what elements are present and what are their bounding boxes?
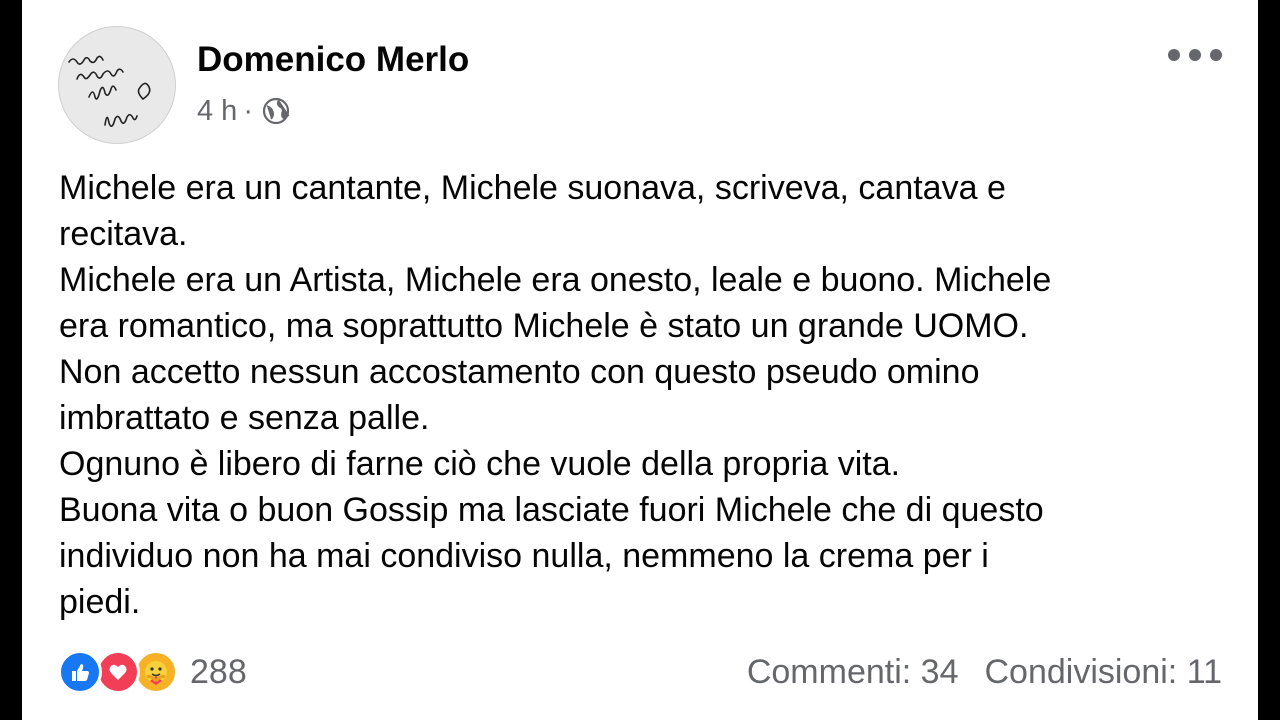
more-options-button[interactable] bbox=[1168, 40, 1222, 70]
more-dot-icon bbox=[1168, 49, 1180, 61]
reaction-icons bbox=[58, 650, 178, 694]
care-icon bbox=[134, 650, 178, 694]
meta-separator: · bbox=[243, 94, 253, 127]
post-card: Domenico Merlo 4 h · Michele era un cant… bbox=[22, 0, 1258, 720]
post-text: Michele era un cantante, Michele suonava… bbox=[59, 165, 1234, 625]
reaction-count: 288 bbox=[190, 652, 247, 691]
post-text-line: recitava. bbox=[59, 215, 188, 253]
post-timestamp[interactable]: 4 h bbox=[197, 95, 237, 128]
love-icon bbox=[96, 650, 140, 694]
post-text-line: piedi. bbox=[59, 583, 141, 621]
post-text-line: individuo non ha mai condiviso nulla, ne… bbox=[59, 537, 989, 575]
post-text-line: era romantico, ma soprattutto Michele è … bbox=[59, 307, 1029, 345]
post-text-line: Ognuno è libero di farne ciò che vuole d… bbox=[59, 445, 901, 483]
post-text-line: Non accetto nessun accostamento con ques… bbox=[59, 353, 980, 391]
more-dot-icon bbox=[1189, 49, 1201, 61]
author-name[interactable]: Domenico Merlo bbox=[197, 40, 469, 80]
post-text-line: Buona vita o buon Gossip ma lasciate fuo… bbox=[59, 491, 1044, 529]
globe-icon bbox=[261, 96, 291, 126]
engagement-stats: Commenti: 34 Condivisioni: 11 bbox=[747, 650, 1222, 694]
comments-count-link[interactable]: Commenti: 34 bbox=[747, 653, 959, 692]
avatar-handwriting-image bbox=[68, 55, 151, 127]
post-text-line: Michele era un cantante, Michele suonava… bbox=[59, 169, 1006, 207]
like-icon bbox=[58, 650, 102, 694]
more-dot-icon bbox=[1210, 49, 1222, 61]
post-meta: 4 h · bbox=[197, 93, 291, 129]
avatar[interactable] bbox=[58, 26, 176, 144]
post-text-line: imbrattato e senza palle. bbox=[59, 399, 430, 437]
shares-count-link[interactable]: Condivisioni: 11 bbox=[984, 653, 1222, 692]
reactions-summary[interactable]: 288 bbox=[58, 650, 247, 694]
post-text-line: Michele era un Artista, Michele era ones… bbox=[59, 261, 1052, 299]
